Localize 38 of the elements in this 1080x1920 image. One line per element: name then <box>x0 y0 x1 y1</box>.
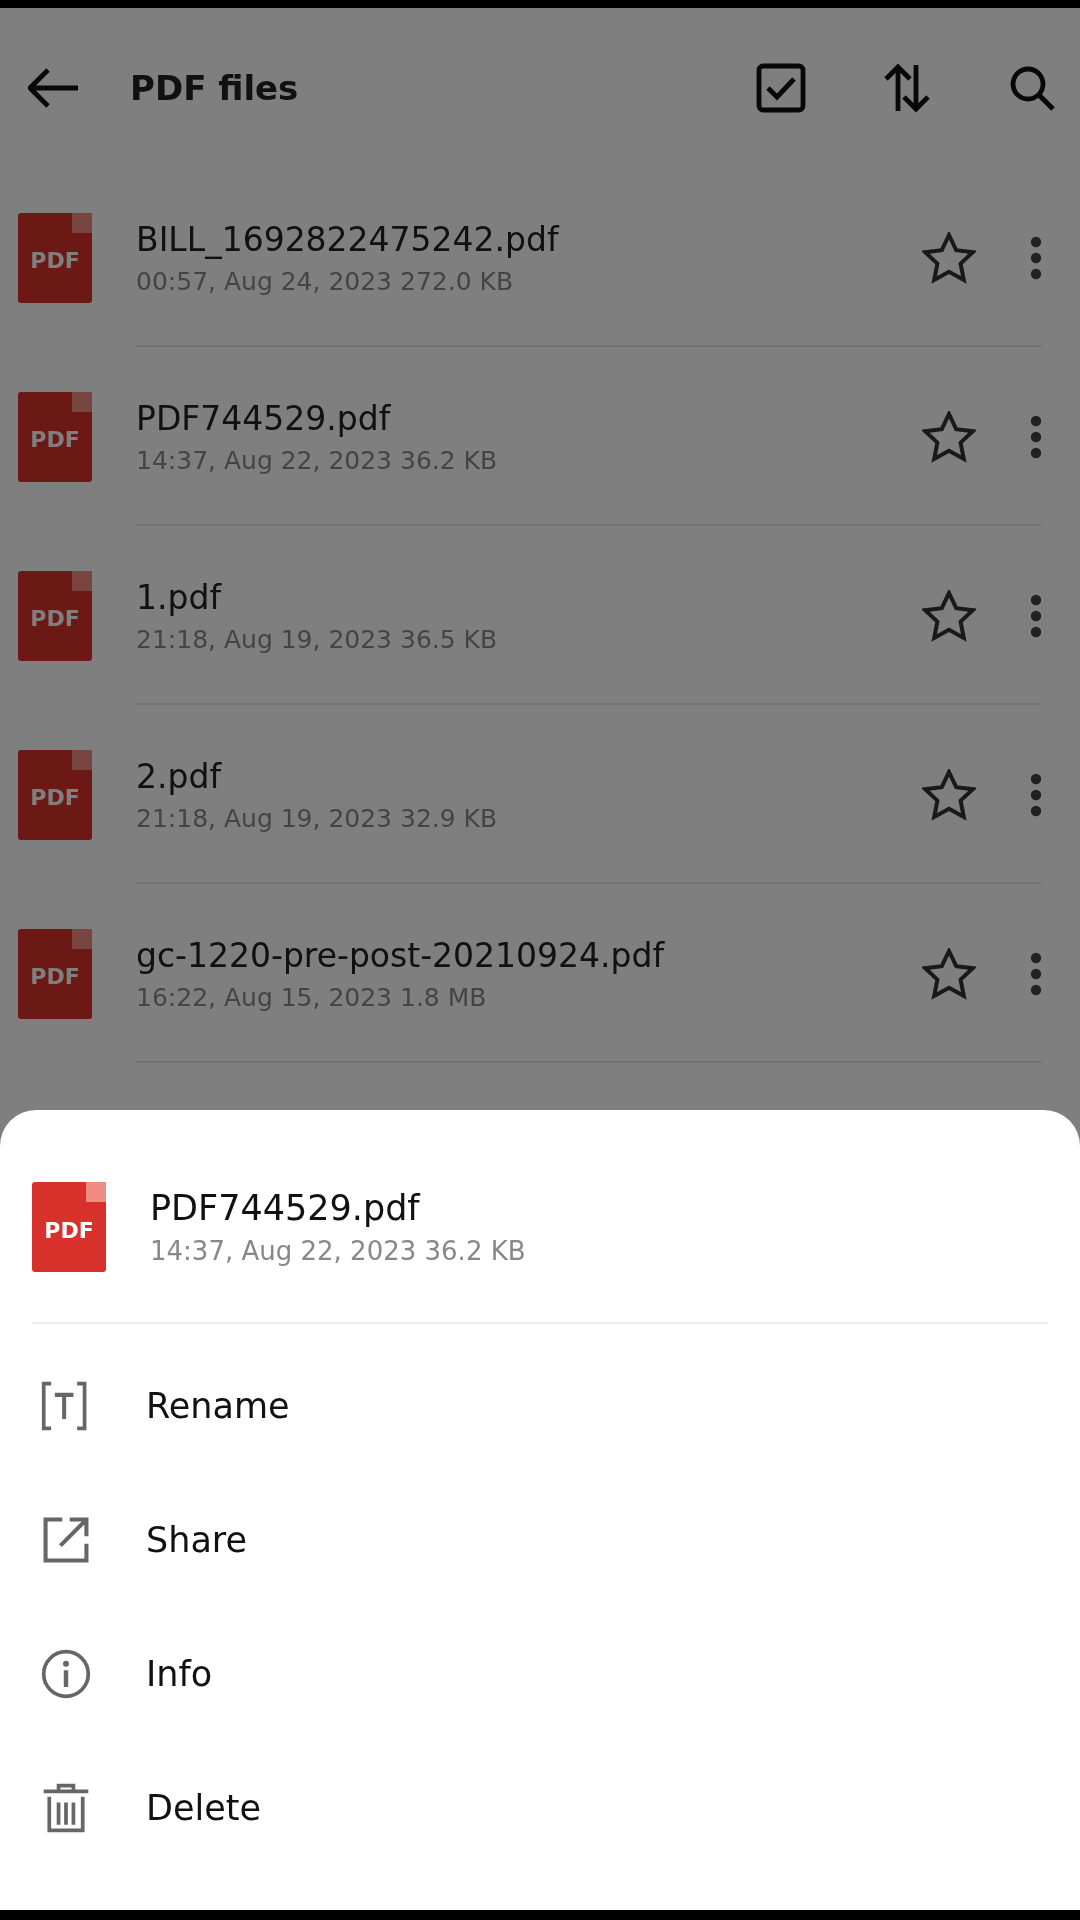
menu-item[interactable]: Share <box>32 1473 1048 1607</box>
file-name[interactable]: gc-1220-pre-post-20210924.pdf <box>136 935 922 975</box>
file-details: 16:22, Aug 15, 2023 1.8 MB <box>136 982 488 1012</box>
pdf-file-icon: PDF <box>32 1182 106 1272</box>
file-name[interactable]: 2.pdf <box>136 756 922 796</box>
search-icon[interactable] <box>1008 64 1056 112</box>
menu-item[interactable]: Delete <box>32 1741 1048 1875</box>
file-name[interactable]: BILL_1692822475242.pdf <box>136 219 922 259</box>
file-name: PDF744529.pdf <box>150 1188 422 1228</box>
more-options-icon[interactable] <box>1030 235 1042 280</box>
star-icon[interactable] <box>922 231 976 284</box>
more-options-icon[interactable] <box>1030 593 1042 638</box>
file-name[interactable]: 1.pdf <box>136 577 922 617</box>
info-icon <box>40 1648 92 1700</box>
file-details: 14:37, Aug 22, 2023 36.2 KB <box>150 1236 527 1266</box>
pdf-file-icon: PDF <box>18 391 92 482</box>
checkbox-icon[interactable] <box>756 63 806 113</box>
pdf-file-icon: PDF <box>18 212 92 303</box>
menu-item[interactable]: Info <box>32 1607 1048 1741</box>
star-icon[interactable] <box>922 410 976 463</box>
pdf-file-icon: PDF <box>18 570 92 661</box>
back-arrow-icon[interactable] <box>28 68 80 108</box>
pdf-file-icon: PDF <box>18 749 92 840</box>
file-details: 00:57, Aug 24, 2023 272.0 KB <box>136 266 515 296</box>
more-options-icon[interactable] <box>1030 414 1042 459</box>
file-details: 21:18, Aug 19, 2023 36.5 KB <box>136 624 499 654</box>
more-options-icon[interactable] <box>1030 772 1042 817</box>
menu-item[interactable]: Rename <box>32 1339 1048 1473</box>
star-icon[interactable] <box>922 768 976 821</box>
file-name[interactable]: PDF744529.pdf <box>136 398 922 438</box>
star-icon[interactable] <box>922 947 976 1000</box>
sort-icon[interactable] <box>884 63 930 113</box>
star-icon[interactable] <box>922 589 976 642</box>
file-details: 21:18, Aug 19, 2023 32.9 KB <box>136 803 499 833</box>
more-options-icon[interactable] <box>1030 951 1042 996</box>
screen-title: PDF files <box>130 68 300 108</box>
file-details: 14:37, Aug 22, 2023 36.2 KB <box>136 445 499 475</box>
pdf-file-icon: PDF <box>18 928 92 1019</box>
